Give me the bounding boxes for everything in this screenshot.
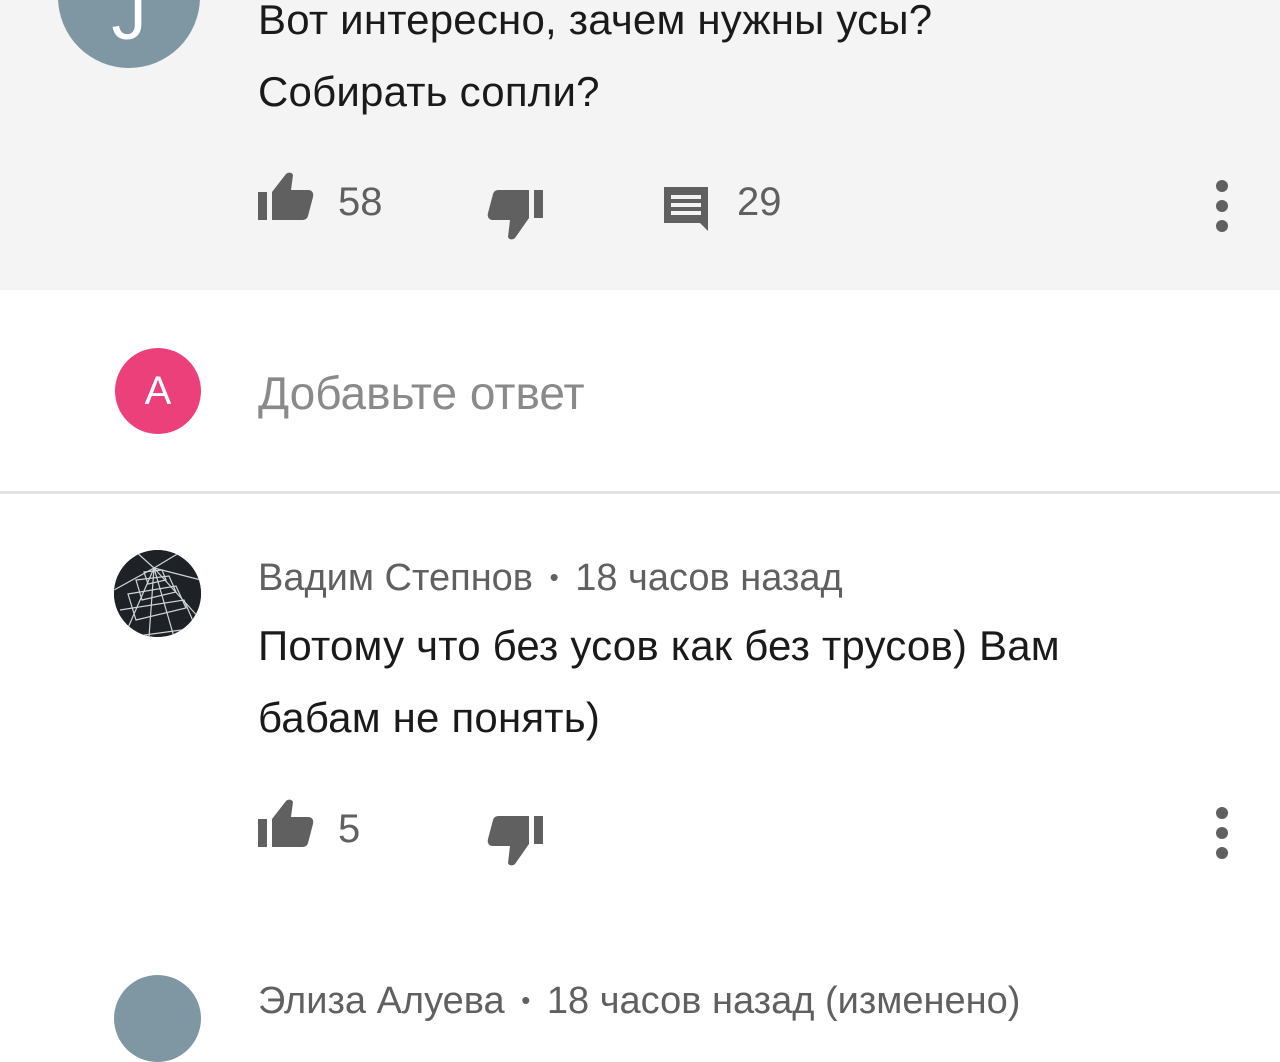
comment-text: Вот интересно, зачем нужны усы? Собирать… <box>258 0 1218 128</box>
user-avatar[interactable]: A <box>115 348 201 434</box>
comment-text-line: Потому что без усов как без трусов) Вам <box>258 622 1060 669</box>
comment-text-line: Собирать сопли? <box>258 68 600 115</box>
avatar-image <box>114 550 201 637</box>
reply-comment-icon <box>664 187 708 231</box>
like-count: 58 <box>338 180 383 224</box>
like-count: 5 <box>338 807 361 851</box>
comment-meta: Элиза Алуева • 18 часов назад (изменено) <box>258 978 1020 1023</box>
dislike-button[interactable] <box>487 190 543 240</box>
more-options-button[interactable] <box>1208 180 1236 232</box>
dislike-button[interactable] <box>487 816 543 866</box>
thumb-down-icon <box>487 190 543 240</box>
comment-text-line: бабам не понять) <box>258 694 601 741</box>
comment-author[interactable]: Вадим Степнов <box>258 557 533 599</box>
comment-text-line: Вот интересно, зачем нужны усы? <box>258 0 933 43</box>
reply-button[interactable] <box>662 185 712 233</box>
more-vert-icon <box>1216 807 1228 859</box>
avatar-letter: J <box>111 0 147 54</box>
more-vert-icon <box>1216 180 1228 232</box>
divider <box>0 491 1280 494</box>
avatar[interactable] <box>114 550 201 637</box>
comment-time[interactable]: 18 часов назад <box>575 557 842 599</box>
comment-meta: Вадим Степнов • 18 часов назад <box>258 555 843 600</box>
comment-text: Потому что без усов как без трусов) Вам … <box>258 610 1238 754</box>
like-button[interactable] <box>258 799 314 849</box>
more-options-button[interactable] <box>1208 807 1236 859</box>
meta-separator: • <box>521 985 531 1015</box>
comment-time[interactable]: 18 часов назад (изменено) <box>547 980 1021 1022</box>
thumb-down-icon <box>487 816 543 866</box>
thumb-up-icon <box>258 172 314 220</box>
reply-input[interactable] <box>258 362 958 424</box>
avatar[interactable] <box>114 975 201 1062</box>
thumb-up-icon <box>258 799 314 847</box>
meta-separator: • <box>549 562 559 592</box>
like-button[interactable] <box>258 172 314 222</box>
reply-count: 29 <box>737 180 782 224</box>
comment-author[interactable]: Элиза Алуева <box>258 980 505 1022</box>
